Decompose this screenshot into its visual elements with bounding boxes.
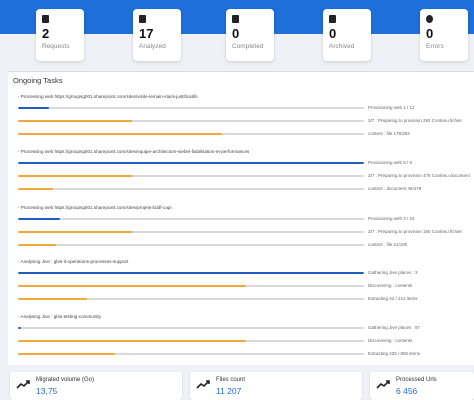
progress-bar [18, 327, 364, 329]
checkbox-icon [232, 15, 239, 23]
progress-fill [18, 272, 364, 274]
progress-bar [18, 353, 364, 355]
progress-fill [18, 231, 133, 233]
chart-icon [139, 15, 146, 23]
trending-up-icon [16, 380, 30, 389]
progress-text: Gathering Jive places : 3 [368, 270, 418, 275]
progress-text: 3/7 : Preparing to provision 292 Contenu… [368, 118, 463, 123]
progress-bar [18, 298, 364, 300]
stat-value: 0 [232, 26, 240, 41]
archive-icon [329, 15, 336, 23]
progress-text: content : file 21/190 [368, 242, 408, 247]
progress-bar [18, 175, 364, 177]
tasks-title: Ongoing Tasks [13, 76, 63, 85]
task-progress-row: Extracting 42 / 212 items [18, 295, 474, 303]
progress-text: 3/7 : Preparing to provision 190 Contenu… [368, 229, 463, 234]
stat-card-requests[interactable]: 2 Requests [36, 9, 84, 61]
stat-value: 2 [42, 26, 50, 41]
stat-card-completed[interactable]: 0 Completed [226, 9, 274, 61]
summary-value: 13,75 [36, 386, 58, 396]
progress-text: content : file 175/292 [368, 131, 410, 136]
progress-text: Provisioning web 8 / 8 [368, 160, 413, 165]
summary-label: Migrated volume (Go) [36, 377, 95, 383]
summary-card-processed-urls[interactable]: Processed Urls 6 456 [370, 372, 474, 400]
progress-fill [18, 244, 57, 246]
error-icon [426, 15, 433, 23]
progress-bar [18, 162, 364, 164]
task-progress-row: Discovering : contents [18, 282, 474, 290]
trending-up-icon [196, 380, 210, 389]
stat-label: Errors [426, 43, 444, 50]
progress-fill [18, 285, 247, 287]
task-progress-row: Provisioning web 3 / 24 [18, 215, 474, 223]
progress-fill [18, 107, 50, 109]
progress-fill [18, 120, 133, 122]
task-progress-row: content : file 21/190 [18, 241, 474, 249]
progress-bar [18, 272, 364, 274]
task-progress-row: Gathering Jive places : 97 [18, 324, 474, 332]
summary-label: Files count [216, 377, 246, 383]
stat-card-errors[interactable]: 0 Errors [420, 9, 468, 61]
progress-text: Gathering Jive places : 97 [368, 325, 421, 330]
progress-bar [18, 188, 364, 190]
progress-fill [18, 340, 247, 342]
stat-label: Archived [329, 43, 355, 50]
task-progress-row: Provisioning web 8 / 8 [18, 159, 474, 167]
summary-card-migrated-volume[interactable]: Migrated volume (Go) 13,75 [10, 372, 182, 400]
task-header: - Analysing Jive : gbis-testing-communit… [18, 314, 101, 319]
progress-fill [18, 353, 115, 355]
task-progress-row: Gathering Jive places : 3 [18, 269, 474, 277]
stat-card-analyzed[interactable]: 17 Analyzed [133, 9, 181, 61]
task-progress-row: Provisioning web 1 / 12 [18, 104, 474, 112]
progress-text: Provisioning web 3 / 24 [368, 216, 415, 221]
trending-up-icon [376, 380, 390, 389]
task-progress-row: 3/7 : Preparing to provision 479 Contenu… [18, 172, 474, 180]
progress-text: Provisioning web 1 / 12 [368, 105, 415, 110]
stat-card-archived[interactable]: 0 Archived [323, 9, 371, 61]
progress-bar [18, 244, 364, 246]
stat-label: Analyzed [139, 43, 166, 50]
progress-fill [18, 298, 88, 300]
summary-card-files-count[interactable]: Files count 11 207 [190, 372, 362, 400]
progress-text: Extracting 42 / 212 items [368, 296, 418, 301]
progress-fill [18, 188, 53, 190]
progress-fill [18, 162, 364, 164]
progress-bar [18, 120, 364, 122]
progress-text: Discovering : contents [368, 338, 413, 343]
task-header: - Processing web https://groupsg001.shar… [18, 205, 172, 210]
progress-fill [18, 327, 22, 329]
task-progress-row: content : file 175/292 [18, 130, 474, 138]
clipboard-icon [42, 15, 49, 23]
progress-bar [18, 231, 364, 233]
progress-bar [18, 340, 364, 342]
task-progress-row: content : document 46/479 [18, 185, 474, 193]
progress-text: Extracting 225 / 806 items [368, 351, 421, 356]
task-progress-row: 3/7 : Preparing to provision 292 Contenu… [18, 117, 474, 125]
progress-text: content : document 46/479 [368, 186, 422, 191]
task-progress-row: Discovering : contents [18, 337, 474, 345]
task-header: - Processing web https://groupsg001.shar… [18, 149, 250, 154]
stat-value: 17 [139, 26, 154, 41]
stat-label: Completed [232, 43, 264, 50]
summary-label: Processed Urls [396, 377, 437, 383]
progress-bar [18, 133, 364, 135]
stat-label: Requests [42, 43, 70, 50]
summary-value: 11 207 [216, 386, 242, 396]
stat-value: 0 [426, 26, 434, 41]
ongoing-tasks-panel: Ongoing Tasks - Processing web https://g… [8, 71, 474, 365]
task-header: - Analysing Jive : gbis-it-operations-pr… [18, 259, 129, 264]
stat-value: 0 [329, 26, 337, 41]
task-progress-row: Extracting 225 / 806 items [18, 350, 474, 358]
task-progress-row: 3/7 : Preparing to provision 190 Contenu… [18, 228, 474, 236]
progress-fill [18, 218, 60, 220]
progress-fill [18, 175, 133, 177]
progress-bar [18, 285, 364, 287]
progress-text: 3/7 : Preparing to provision 479 Contenu… [368, 173, 470, 178]
progress-fill [18, 133, 223, 135]
progress-bar [18, 218, 364, 220]
progress-bar [18, 107, 364, 109]
task-header: - Processing web https://groupsg001.shar… [18, 94, 198, 99]
summary-value: 6 456 [396, 386, 418, 396]
progress-text: Discovering : contents [368, 283, 413, 288]
